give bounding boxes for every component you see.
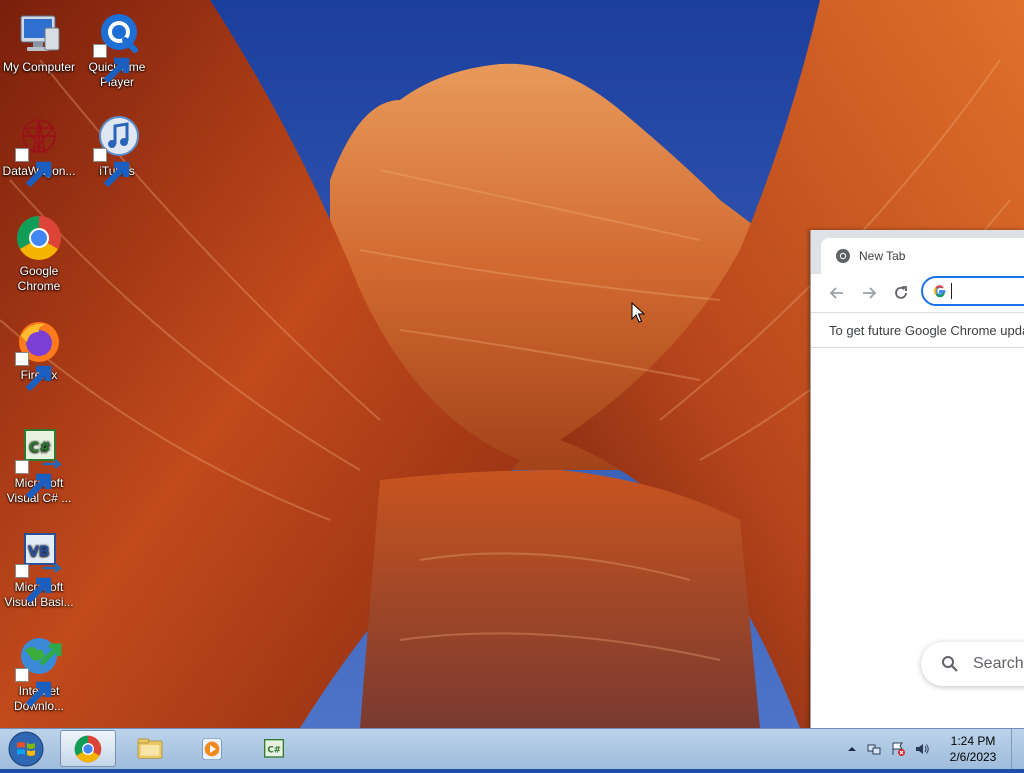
shortcut-arrow-icon bbox=[15, 460, 52, 500]
desktop-icon-label: My Computer bbox=[2, 60, 76, 74]
taskbar-visual-csharp-button[interactable]: C# bbox=[246, 730, 302, 767]
clock-time: 1:24 PM bbox=[950, 734, 996, 748]
desktop-icon-visual-basic[interactable]: VB Microsoft Visual Basi... bbox=[0, 530, 78, 610]
quicktime-icon bbox=[93, 10, 141, 84]
mouse-cursor-icon bbox=[631, 302, 645, 323]
address-input[interactable] bbox=[956, 282, 1020, 300]
back-arrow-icon bbox=[829, 287, 843, 299]
update-infobar: To get future Google Chrome updates, you… bbox=[811, 312, 1024, 348]
shortcut-arrow-icon bbox=[93, 44, 130, 84]
svg-text:C#: C# bbox=[267, 745, 281, 755]
start-button[interactable] bbox=[4, 730, 48, 768]
desktop-icon-itunes[interactable]: iTunes bbox=[78, 114, 156, 188]
chrome-toolbar bbox=[811, 274, 1024, 312]
forward-button[interactable] bbox=[853, 277, 885, 309]
ntp-search-placeholder: Search bbox=[973, 655, 1024, 672]
forward-arrow-icon bbox=[863, 287, 877, 299]
desktop-icon-datawagon[interactable]: DataWagon... bbox=[0, 114, 78, 188]
desktop-icon-visual-csharp[interactable]: C# Microsoft Visual C# ... bbox=[0, 426, 78, 506]
clock-date: 2/6/2023 bbox=[949, 750, 997, 764]
svg-text:VB: VB bbox=[28, 544, 50, 560]
shortcut-arrow-icon bbox=[15, 668, 52, 708]
svg-text:C#: C# bbox=[29, 440, 51, 456]
chrome-tabstrip: New Tab bbox=[811, 230, 1024, 274]
chrome-window[interactable]: New Tab To get future Google Chrome upda… bbox=[810, 230, 1024, 728]
desktop-icon-label: Google Chrome bbox=[17, 264, 61, 293]
taskbar-media-player-button[interactable] bbox=[184, 730, 240, 767]
folder-icon bbox=[137, 738, 163, 759]
shortcut-arrow-icon bbox=[15, 352, 52, 392]
desktop-icon-quicktime[interactable]: QuickTime Player bbox=[78, 10, 156, 90]
visual-basic-icon: VB bbox=[15, 530, 63, 604]
shortcut-arrow-icon bbox=[93, 148, 130, 188]
taskbar: C# 1:24 PM 2/6/2023 bbox=[0, 728, 1024, 769]
show-hidden-icons-icon[interactable] bbox=[844, 741, 860, 757]
reload-icon bbox=[895, 286, 907, 299]
desktop-icon-firefox[interactable]: Firefox bbox=[0, 318, 78, 392]
visual-csharp-icon: C# bbox=[264, 738, 284, 758]
desktop-icon-internet-download-manager[interactable]: Internet Downlo... bbox=[0, 634, 78, 714]
address-bar[interactable] bbox=[921, 276, 1024, 306]
google-g-icon bbox=[933, 285, 946, 298]
chrome-icon bbox=[74, 735, 102, 762]
volume-icon[interactable] bbox=[914, 741, 930, 757]
windows-logo-icon bbox=[8, 731, 44, 767]
media-player-icon bbox=[202, 737, 222, 760]
taskbar-explorer-button[interactable] bbox=[122, 730, 178, 767]
reload-button[interactable] bbox=[885, 277, 917, 309]
desktop-icon-google-chrome[interactable]: Google Chrome bbox=[0, 214, 78, 294]
back-button[interactable] bbox=[821, 277, 853, 309]
text-caret bbox=[951, 283, 952, 299]
firefox-icon bbox=[15, 318, 63, 392]
internet-download-manager-icon bbox=[15, 634, 63, 708]
show-desktop-button[interactable] bbox=[1011, 729, 1024, 769]
network-icon[interactable] bbox=[866, 741, 882, 757]
action-center-icon[interactable] bbox=[890, 741, 906, 757]
taskbar-chrome-button[interactable] bbox=[60, 730, 116, 767]
itunes-icon bbox=[93, 114, 141, 188]
desktop-icon-my-computer[interactable]: My Computer bbox=[0, 10, 78, 75]
search-icon bbox=[942, 656, 958, 672]
visual-csharp-icon: C# bbox=[15, 426, 63, 500]
tab-new-tab[interactable]: New Tab bbox=[821, 238, 1024, 274]
ntp-search-box[interactable]: Search bbox=[921, 642, 1024, 686]
shortcut-arrow-icon bbox=[15, 148, 52, 188]
chrome-favicon-icon bbox=[836, 249, 850, 263]
computer-icon bbox=[15, 10, 63, 58]
infobar-text: To get future Google Chrome updates, you… bbox=[829, 322, 1024, 338]
datawagon-icon bbox=[15, 114, 63, 188]
chrome-icon bbox=[15, 214, 63, 262]
tab-title: New Tab bbox=[859, 249, 906, 263]
shortcut-arrow-icon bbox=[15, 564, 52, 604]
system-clock[interactable]: 1:24 PM 2/6/2023 bbox=[936, 733, 1010, 765]
